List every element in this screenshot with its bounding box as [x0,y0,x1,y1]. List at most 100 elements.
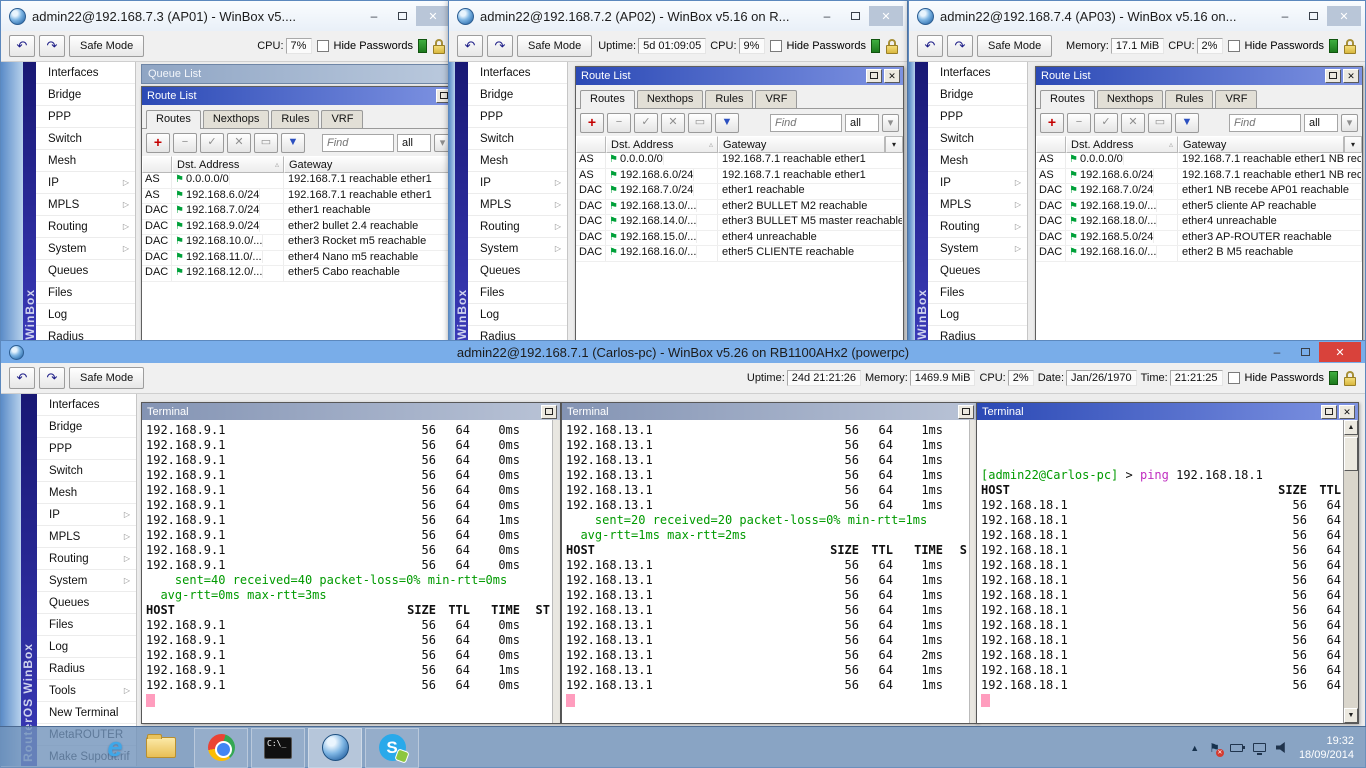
sidebar-item-ip[interactable]: IP▷ [468,172,567,194]
filter-scope-select[interactable]: all [397,134,431,152]
sidebar-item-ppp[interactable]: PPP [36,106,135,128]
taskbar-file-explorer-icon[interactable] [138,728,184,768]
sidebar-item-mpls[interactable]: MPLS▷ [468,194,567,216]
route-row[interactable]: DAC⚑192.168.11.0/...ether4 Nano m5 reach… [142,251,454,267]
sidebar-item-mesh[interactable]: Mesh [468,150,567,172]
hide-passwords-checkbox[interactable] [317,40,329,52]
network-icon[interactable] [1253,743,1266,752]
route-row[interactable]: DAC⚑192.168.10.0/...ether3 Rocket m5 rea… [142,235,454,251]
action-center-icon[interactable]: ⚑ [1209,741,1220,755]
undo-button[interactable]: ↶ [9,35,35,57]
tab-rules[interactable]: Rules [1165,90,1213,108]
safe-mode-button[interactable]: Safe Mode [977,35,1052,57]
remove-route-button[interactable]: − [1067,113,1091,133]
sidebar-item-ip[interactable]: IP▷ [37,504,136,526]
find-input[interactable] [322,134,394,152]
taskbar-command-prompt-button[interactable]: C:\_ [251,728,305,768]
scroll-down-button[interactable]: ▼ [1344,708,1358,723]
undo-button[interactable]: ↶ [457,35,483,57]
filter-scope-dropdown-button[interactable]: ▾ [1341,114,1358,132]
show-hidden-icons-button[interactable]: ▲ [1190,743,1199,753]
terminal-title-bar[interactable]: Terminal ✕ [977,403,1358,420]
close-button[interactable]: ✕ [416,6,450,26]
tab-rules[interactable]: Rules [271,110,319,128]
route-row[interactable]: DAC⚑192.168.16.0/...ether2 B M5 reachabl… [1036,246,1362,262]
maximize-button[interactable] [1299,6,1327,26]
sidebar-item-files[interactable]: Files [468,282,567,304]
route-row[interactable]: AS⚑192.168.6.0/24192.168.7.1 reachable e… [576,169,903,185]
terminal-output[interactable]: 192.168.13.156641ms192.168.13.156641ms19… [562,420,969,723]
taskbar-skype-button[interactable]: S [365,728,419,768]
route-row[interactable]: DAC⚑192.168.18.0/...ether4 unreachable [1036,215,1362,231]
restore-button[interactable] [1325,69,1341,83]
sidebar-item-switch[interactable]: Switch [928,128,1027,150]
sidebar-item-interfaces[interactable]: Interfaces [36,62,135,84]
disable-route-button[interactable]: ✕ [227,133,251,153]
sidebar-item-switch[interactable]: Switch [36,128,135,150]
filter-scope-dropdown-button[interactable]: ▾ [882,114,899,132]
minimize-button[interactable]: – [1263,342,1291,362]
sidebar-item-routing[interactable]: Routing▷ [36,216,135,238]
sidebar-item-queues[interactable]: Queues [928,260,1027,282]
column-options-button[interactable]: ▾ [885,136,903,153]
sidebar-item-queues[interactable]: Queues [36,260,135,282]
route-row[interactable]: DAC⚑192.168.7.0/24ether1 reachable [142,204,454,220]
disable-route-button[interactable]: ✕ [661,113,685,133]
sidebar-item-ppp[interactable]: PPP [468,106,567,128]
find-input[interactable] [1229,114,1301,132]
title-bar[interactable]: admin22@192.168.7.2 (AP02) - WinBox v5.1… [449,1,907,31]
redo-button[interactable]: ↷ [39,35,65,57]
column-gateway[interactable]: Gateway [284,156,454,173]
sidebar-item-interfaces[interactable]: Interfaces [37,394,136,416]
filter-scope-select[interactable]: all [1304,114,1338,132]
safe-mode-button[interactable]: Safe Mode [517,35,592,57]
remove-route-button[interactable]: − [173,133,197,153]
sidebar-item-mpls[interactable]: MPLS▷ [37,526,136,548]
minimize-button[interactable]: – [360,6,388,26]
sidebar-item-interfaces[interactable]: Interfaces [928,62,1027,84]
route-row[interactable]: DAC⚑192.168.15.0/...ether4 unreachable [576,231,903,247]
terminal-output[interactable]: 192.168.9.156640ms192.168.9.156640ms192.… [142,420,552,723]
route-row[interactable]: DAC⚑192.168.12.0/...ether5 Cabo reachabl… [142,266,454,282]
undo-button[interactable]: ↶ [9,367,35,389]
sidebar-item-routing[interactable]: Routing▷ [928,216,1027,238]
title-bar[interactable]: admin22@192.168.7.3 (AP01) - WinBox v5..… [1,1,454,31]
close-button[interactable]: ✕ [1319,342,1361,362]
sidebar-item-routing[interactable]: Routing▷ [468,216,567,238]
hide-passwords-checkbox[interactable] [770,40,782,52]
route-list-title-bar[interactable]: Route List ✕ [1036,67,1362,85]
sidebar-item-system[interactable]: System▷ [928,238,1027,260]
enable-route-button[interactable]: ✓ [634,113,658,133]
sidebar-item-mesh[interactable]: Mesh [36,150,135,172]
minimize-button[interactable]: – [813,6,841,26]
sidebar-item-files[interactable]: Files [37,614,136,636]
sidebar-item-ip[interactable]: IP▷ [928,172,1027,194]
column-flags[interactable] [1036,136,1066,153]
tab-rules[interactable]: Rules [705,90,753,108]
redo-button[interactable]: ↷ [487,35,513,57]
sidebar-item-new-terminal[interactable]: New Terminal [37,702,136,724]
route-row[interactable]: AS⚑192.168.6.0/24192.168.7.1 reachable e… [1036,169,1362,185]
sidebar-item-mpls[interactable]: MPLS▷ [36,194,135,216]
tab-vrf[interactable]: VRF [755,90,797,108]
enable-route-button[interactable]: ✓ [200,133,224,153]
column-dst-address[interactable]: Dst. Address▵ [606,136,718,153]
sidebar-item-ppp[interactable]: PPP [37,438,136,460]
sidebar-item-queues[interactable]: Queues [468,260,567,282]
add-route-button[interactable]: + [146,133,170,153]
hide-passwords-checkbox[interactable] [1228,372,1240,384]
restore-button[interactable] [958,405,974,419]
sidebar-item-log[interactable]: Log [928,304,1027,326]
route-row[interactable]: DAC⚑192.168.5.0/24ether3 AP-ROUTER reach… [1036,231,1362,247]
sidebar-item-bridge[interactable]: Bridge [37,416,136,438]
route-row[interactable]: DAC⚑192.168.16.0/...ether5 CLIENTE reach… [576,246,903,262]
sidebar-item-ppp[interactable]: PPP [928,106,1027,128]
sidebar-item-bridge[interactable]: Bridge [468,84,567,106]
column-gateway[interactable]: Gateway [718,136,885,153]
sidebar-item-mesh[interactable]: Mesh [37,482,136,504]
sidebar-item-system[interactable]: System▷ [36,238,135,260]
power-icon[interactable] [1230,744,1243,752]
column-flags[interactable] [142,156,172,173]
safe-mode-button[interactable]: Safe Mode [69,35,144,57]
sidebar-item-mesh[interactable]: Mesh [928,150,1027,172]
